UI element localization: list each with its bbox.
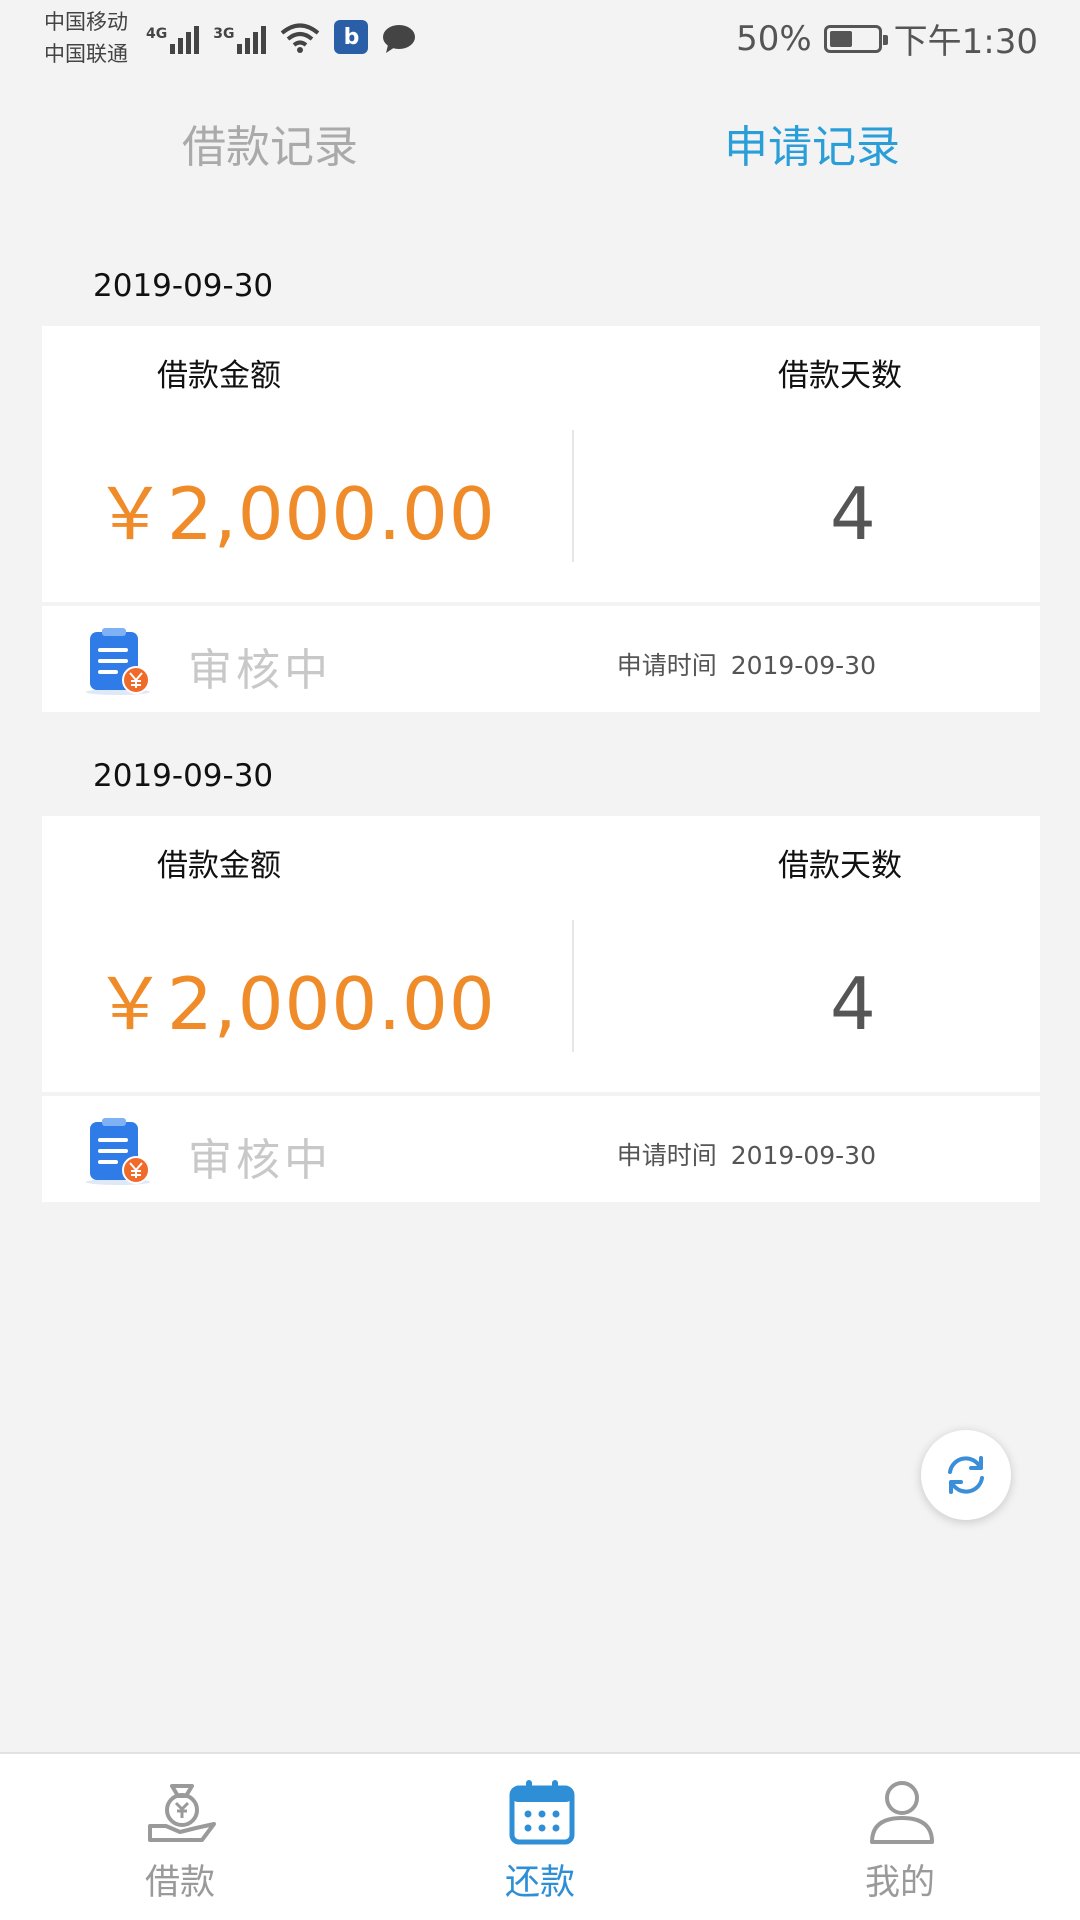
record-tabs: 借款记录 申请记录 [0, 108, 1080, 188]
review-status: 审核中 [188, 1135, 332, 1186]
loan-days: 4 [830, 962, 876, 1046]
record-card-summary: 借款金额 借款天数 ￥2,000.00 4 [42, 326, 1040, 602]
record-card-summary: 借款金额 借款天数 ￥2,000.00 4 [42, 816, 1040, 1092]
nav-repay[interactable]: 还款 [440, 1754, 640, 1920]
apply-time-label: 申请时间 [616, 651, 717, 680]
record-card-status: 审核中 申请时间 2019-09-30 [42, 606, 1040, 712]
record-date: 2019-09-30 [93, 758, 274, 794]
clock: 下午1:30 [893, 22, 1038, 62]
apply-time-value: 2019-09-30 [730, 651, 876, 680]
loan-amount: ￥2,000.00 [94, 472, 496, 556]
refresh-button[interactable] [921, 1430, 1011, 1520]
days-label: 借款天数 [778, 848, 902, 884]
apply-time: 申请时间 2019-09-30 [617, 1136, 876, 1172]
tab-loan-record[interactable]: 借款记录 [182, 108, 358, 188]
loan-days: 4 [830, 472, 876, 556]
nav-repay-label: 还款 [504, 1863, 575, 1903]
record-card[interactable]: 借款金额 借款天数 ￥2,000.00 4 审核中 申请时间 2019-09-30 [42, 326, 1040, 712]
carrier-info: 中国移动 中国联通 [44, 6, 128, 70]
nav-mine-label: 我的 [864, 1863, 935, 1903]
record-card-status: 审核中 申请时间 2019-09-30 [42, 1096, 1040, 1202]
battery-icon [823, 24, 888, 53]
status-icons: 4G 3G b [146, 14, 416, 54]
nav-borrow-label: 借款 [144, 1863, 215, 1903]
amount-label: 借款金额 [157, 358, 281, 394]
amount-label: 借款金额 [157, 848, 281, 884]
nav-mine[interactable]: 我的 [800, 1754, 1000, 1920]
battery-percent: 50% [736, 18, 812, 59]
review-status: 审核中 [188, 645, 332, 696]
chat-bubble-icon [383, 25, 416, 53]
network-gen-2: 3G [213, 26, 235, 42]
status-bar: 中国移动 中国联通 4G 3G b 50% 下午1:30 [0, 0, 1080, 78]
tab-apply-record[interactable]: 申请记录 [724, 108, 900, 188]
refresh-icon [948, 1456, 984, 1494]
apply-time-value: 2019-09-30 [730, 1141, 876, 1170]
days-label: 借款天数 [778, 358, 902, 394]
bottom-nav: 借款 还款 我的 [0, 1752, 1080, 1920]
loan-amount: ￥2,000.00 [94, 962, 496, 1046]
nav-borrow[interactable]: 借款 [80, 1754, 280, 1920]
person-icon [870, 1781, 934, 1844]
calendar-icon [509, 1780, 575, 1845]
divider [572, 430, 574, 562]
document-yuan-icon [86, 628, 150, 695]
signal-icon: 4G [146, 26, 200, 54]
document-yuan-icon [86, 1118, 150, 1185]
divider [572, 920, 574, 1052]
signal-icon: 3G [213, 26, 267, 54]
record-date: 2019-09-30 [93, 268, 274, 304]
carrier-2: 中国联通 [44, 42, 128, 66]
network-gen-1: 4G [146, 26, 168, 42]
app-notification-icon: b [334, 20, 369, 54]
carrier-1: 中国移动 [44, 10, 128, 34]
record-card[interactable]: 借款金额 借款天数 ￥2,000.00 4 审核中 申请时间 2019-09-30 [42, 816, 1040, 1202]
apply-time: 申请时间 2019-09-30 [617, 646, 876, 682]
wifi-icon [281, 23, 320, 53]
status-right: 50% 下午1:30 [736, 14, 1038, 63]
apply-time-label: 申请时间 [616, 1141, 717, 1170]
money-bag-hand-icon [148, 1784, 216, 1842]
